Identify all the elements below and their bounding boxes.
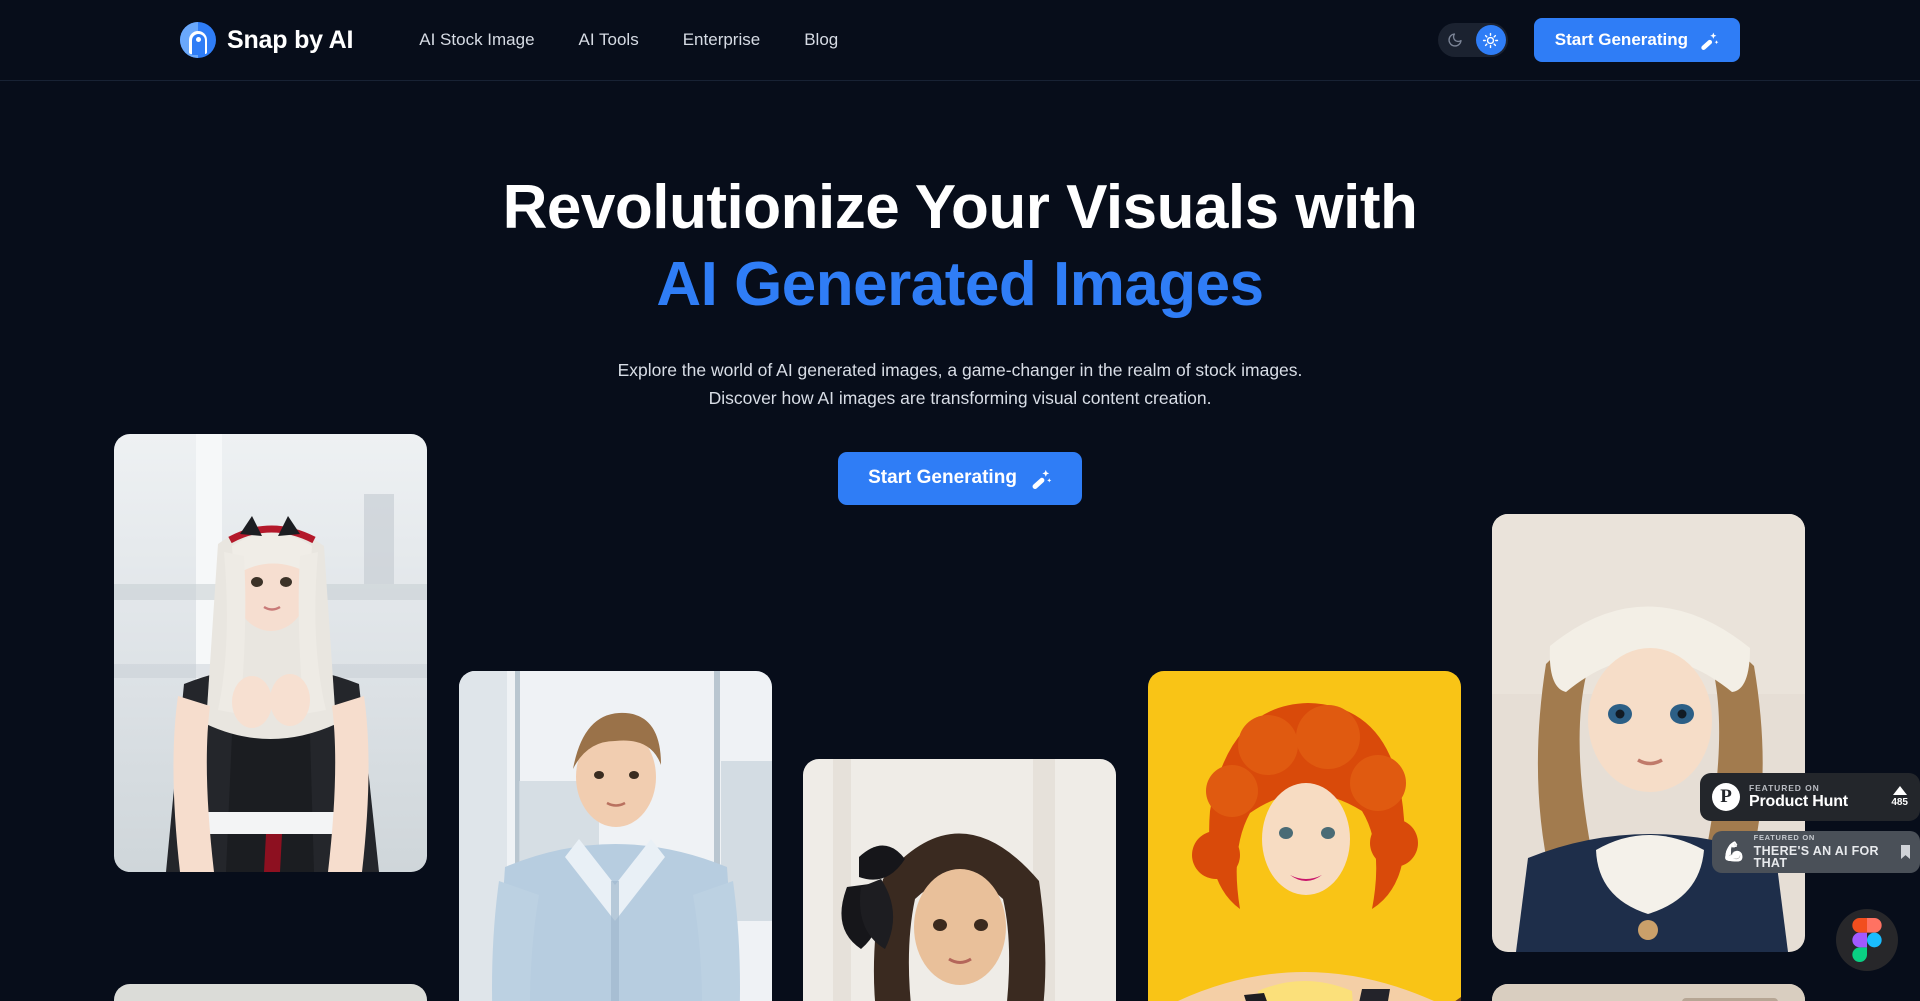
theres-an-ai-for-that-badge[interactable]: 💪 FEATURED ON THERE'S AN AI FOR THAT (1712, 831, 1920, 873)
gallery-card[interactable] (1492, 984, 1805, 1001)
theme-toggle[interactable] (1437, 23, 1508, 57)
product-hunt-kicker: FEATURED ON (1749, 782, 1820, 793)
moon-icon (1448, 33, 1462, 47)
gallery-card[interactable] (459, 671, 772, 1001)
figma-icon (1852, 918, 1882, 962)
nav-link-ai-stock-image[interactable]: AI Stock Image (419, 30, 534, 50)
product-hunt-upvote-count: 485 (1891, 797, 1908, 808)
product-hunt-badge[interactable]: P FEATURED ON Product Hunt 485 (1700, 773, 1920, 821)
featured-badges: P FEATURED ON Product Hunt 485 💪 FEATURE… (1700, 773, 1920, 873)
taft-kicker: FEATURED ON (1753, 833, 1815, 843)
header-actions: Start Generating (1437, 18, 1740, 62)
main-nav: AI Stock Image AI Tools Enterprise Blog (419, 30, 838, 50)
header-cta-label: Start Generating (1554, 30, 1688, 49)
gallery-card[interactable] (1148, 671, 1461, 1001)
site-header: Snap by AI AI Stock Image AI Tools Enter… (0, 0, 1920, 81)
gallery-image-child-headband (1492, 514, 1805, 952)
bookmark-icon (1901, 845, 1910, 859)
gallery-card[interactable] (1492, 514, 1805, 952)
flexed-biceps-icon: 💪 (1722, 841, 1746, 863)
brand-name: Snap by AI (227, 25, 354, 54)
magic-wand-icon (1032, 470, 1052, 490)
magic-wand-icon (1701, 32, 1719, 50)
caret-up-icon (1892, 786, 1907, 795)
taft-title: THERE'S AN AI FOR THAT (1753, 843, 1879, 871)
gallery-card[interactable] (114, 984, 427, 1001)
gallery-image-guitarist (1148, 671, 1461, 1001)
gallery-image-girl-with-rose (803, 759, 1116, 1001)
snap-logo-icon (180, 22, 216, 58)
nav-link-ai-tools[interactable]: AI Tools (579, 30, 639, 50)
header-start-generating-button[interactable]: Start Generating (1533, 18, 1740, 62)
gallery-image-businessman (459, 671, 772, 1001)
gallery-image-woman-grey (114, 984, 427, 1001)
product-hunt-title: Product Hunt (1749, 793, 1848, 811)
nav-link-blog[interactable]: Blog (804, 30, 838, 50)
gallery-card[interactable] (803, 759, 1116, 1001)
product-hunt-icon: P (1712, 783, 1740, 811)
nav-link-enterprise[interactable]: Enterprise (683, 30, 760, 50)
brand-logo[interactable]: Snap by AI (180, 22, 353, 58)
image-gallery (0, 81, 1920, 1001)
product-hunt-upvote[interactable]: 485 (1891, 786, 1908, 808)
hero-cta-label: Start Generating (868, 467, 1017, 489)
hero-start-generating-button[interactable]: Start Generating (838, 451, 1082, 505)
figma-floating-button[interactable] (1836, 909, 1898, 971)
sun-icon (1475, 25, 1506, 55)
gallery-image-braided-woman (1492, 984, 1805, 1001)
